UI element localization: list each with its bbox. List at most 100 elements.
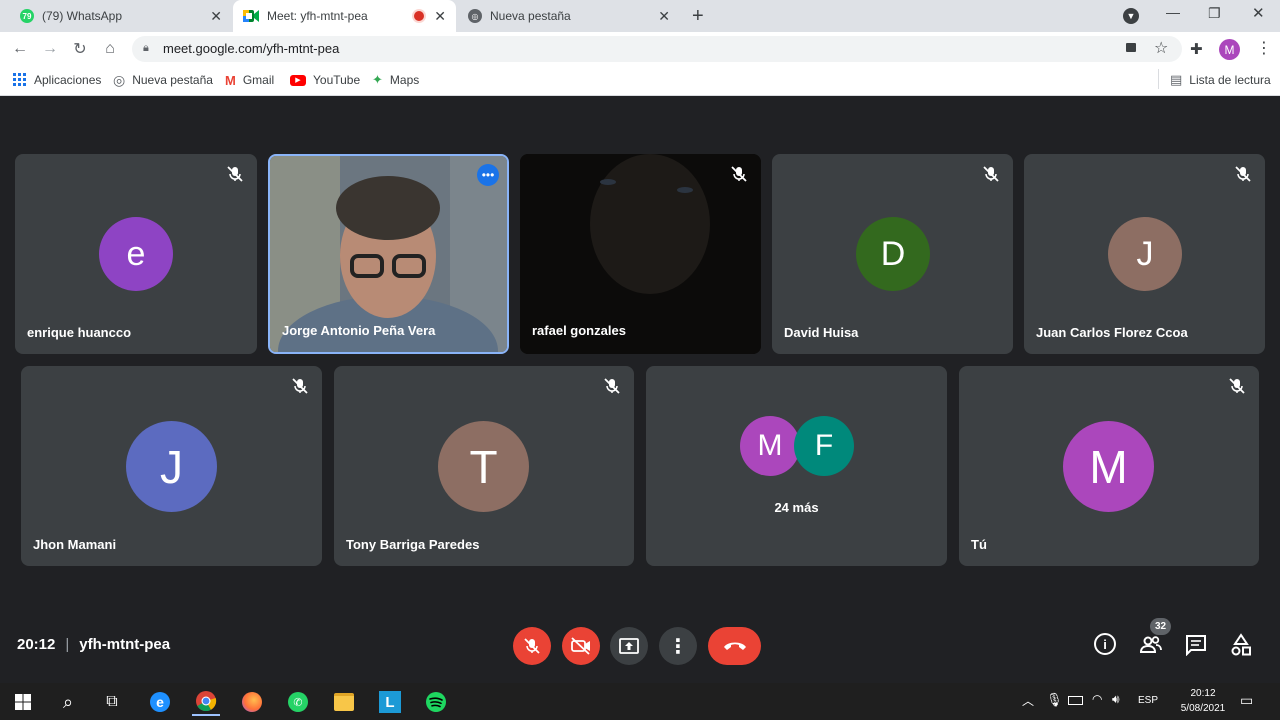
new-tab-icon[interactable]: + xyxy=(692,5,704,28)
back-icon[interactable]: ← xyxy=(9,38,31,60)
lock-icon[interactable]: 🔒︎ xyxy=(143,42,149,55)
participant-tile-active[interactable]: ••• Jorge Antonio Peña Vera xyxy=(268,154,509,354)
tab-search-icon[interactable]: ▼ xyxy=(1123,8,1139,24)
meet-icon xyxy=(243,10,259,22)
bookmark-label: YouTube xyxy=(313,73,361,87)
self-tile[interactable]: M Tú xyxy=(959,366,1259,566)
apps-icon xyxy=(13,73,26,86)
task-view-icon[interactable]: ⧉ xyxy=(98,688,126,716)
volume-icon[interactable]: 🔊︎ xyxy=(1112,692,1120,707)
reading-list-label: Lista de lectura xyxy=(1189,73,1271,87)
mic-toggle-button[interactable] xyxy=(513,627,551,665)
camera-off-icon xyxy=(571,637,590,655)
bookmark-youtube[interactable]: ▶ YouTube xyxy=(290,71,360,89)
show-hidden-icons[interactable]: ︿ xyxy=(1022,692,1034,709)
extensions-icon[interactable]: ✚ xyxy=(1190,40,1203,58)
tab-title: Meet: yfh-mtnt-pea xyxy=(267,9,368,23)
chrome-icon[interactable] xyxy=(192,688,220,716)
avatar: J xyxy=(1108,217,1182,291)
home-icon[interactable]: ⌂ xyxy=(99,38,121,60)
camera-icon[interactable] xyxy=(1126,43,1136,52)
participant-name: David Huisa xyxy=(784,325,859,340)
whatsapp-icon[interactable]: ✆ xyxy=(284,688,312,716)
present-button[interactable] xyxy=(610,627,648,665)
profile-avatar[interactable]: M xyxy=(1219,39,1240,60)
meeting-time: 20:12 xyxy=(17,636,56,653)
spotify-icon[interactable] xyxy=(422,688,450,716)
people-count-badge: 32 xyxy=(1150,618,1171,635)
globe-icon: ◎ xyxy=(468,9,482,23)
participant-tile[interactable]: rafael gonzales xyxy=(520,154,761,354)
reading-list-icon: ▤ xyxy=(1170,72,1183,87)
hang-up-icon xyxy=(723,642,746,650)
clock[interactable]: 20:12 5/08/2021 xyxy=(1172,686,1234,716)
participant-name: enrique huancco xyxy=(27,325,132,340)
mic-off-icon xyxy=(292,378,308,394)
maps-icon: ✦ xyxy=(372,72,383,87)
participant-tile[interactable]: e enrique huancco xyxy=(15,154,257,354)
minimize-icon[interactable]: — xyxy=(1166,4,1180,20)
more-options-icon[interactable]: ••• xyxy=(477,164,499,186)
close-window-icon[interactable]: ✕ xyxy=(1252,4,1265,22)
mic-off-icon xyxy=(1229,378,1245,394)
avatar: D xyxy=(856,217,930,291)
reload-icon[interactable]: ↻ xyxy=(69,38,91,60)
app-l-icon[interactable]: L xyxy=(376,688,404,716)
tab-whatsapp[interactable]: 79 (79) WhatsApp ✕ xyxy=(10,0,232,32)
file-explorer-icon[interactable] xyxy=(330,688,358,716)
bookmark-gmail[interactable]: M Gmail xyxy=(225,71,274,89)
meeting-code: yfh-mtnt-pea xyxy=(79,636,171,653)
leave-call-button[interactable] xyxy=(708,627,761,665)
bookmark-label: Aplicaciones xyxy=(34,73,102,87)
tab-meet[interactable]: Meet: yfh-mtnt-pea ✕ xyxy=(233,0,456,32)
bookmark-new-tab[interactable]: ◎ Nueva pestaña xyxy=(113,71,213,89)
activities-icon xyxy=(1231,633,1251,656)
restore-icon[interactable]: ❐ xyxy=(1208,5,1221,22)
people-icon xyxy=(1139,636,1162,653)
meeting-details-icon[interactable]: i xyxy=(1094,633,1116,655)
menu-icon[interactable]: ⋮ xyxy=(1256,38,1272,58)
camera-toggle-button[interactable] xyxy=(562,627,600,665)
participant-tile[interactable]: T Tony Barriga Paredes xyxy=(334,366,634,566)
participant-name: rafael gonzales xyxy=(532,323,626,338)
language-indicator[interactable]: ESP xyxy=(1138,695,1158,706)
participant-name: Tony Barriga Paredes xyxy=(346,537,480,552)
bookmark-apps[interactable]: Aplicaciones xyxy=(13,71,101,89)
firefox-icon[interactable] xyxy=(238,688,266,716)
activities-button[interactable] xyxy=(1230,633,1252,657)
participant-name: Tú xyxy=(971,537,987,552)
battery-icon[interactable] xyxy=(1068,696,1083,705)
close-icon[interactable]: ✕ xyxy=(434,8,446,25)
participant-tile[interactable]: J Juan Carlos Florez Ccoa xyxy=(1024,154,1265,354)
search-icon[interactable]: ⌕ xyxy=(54,688,82,716)
bookmark-maps[interactable]: ✦ Maps xyxy=(372,71,419,89)
globe-icon: ◎ xyxy=(113,71,126,88)
recording-icon xyxy=(414,11,424,21)
edge-icon[interactable]: e xyxy=(146,688,174,716)
wifi-icon[interactable]: ◠ xyxy=(1092,692,1102,706)
tab-new[interactable]: ◎ Nueva pestaña ✕ xyxy=(458,0,680,32)
microphone-icon[interactable]: 🎙︎ xyxy=(1046,692,1063,708)
reading-list[interactable]: ▤ Lista de lectura xyxy=(1170,71,1271,89)
participant-tile[interactable]: J Jhon Mamani xyxy=(21,366,322,566)
avatar: F xyxy=(794,416,854,476)
forward-icon[interactable]: → xyxy=(39,38,61,60)
tab-title: (79) WhatsApp xyxy=(42,9,123,23)
close-icon[interactable]: ✕ xyxy=(210,8,222,25)
bookmark-label: Nueva pestaña xyxy=(132,73,213,87)
mic-off-icon xyxy=(227,166,243,182)
windows-start-icon[interactable] xyxy=(9,688,37,716)
mic-off-icon xyxy=(983,166,999,182)
overflow-tile[interactable]: M F 24 más xyxy=(646,366,947,566)
avatar: M xyxy=(1063,421,1154,512)
more-options-button[interactable]: ⋮ xyxy=(659,627,697,665)
participant-tile[interactable]: D David Huisa xyxy=(772,154,1013,354)
avatar: M xyxy=(740,416,800,476)
url-text[interactable]: meet.google.com/yfh-mtnt-pea xyxy=(163,41,339,56)
close-icon[interactable]: ✕ xyxy=(658,8,670,25)
gmail-icon: M xyxy=(225,72,236,88)
people-button[interactable] xyxy=(1139,632,1163,656)
notifications-icon[interactable]: ▭ xyxy=(1240,692,1253,709)
star-icon[interactable]: ☆ xyxy=(1154,38,1168,58)
chat-button[interactable] xyxy=(1185,634,1207,657)
